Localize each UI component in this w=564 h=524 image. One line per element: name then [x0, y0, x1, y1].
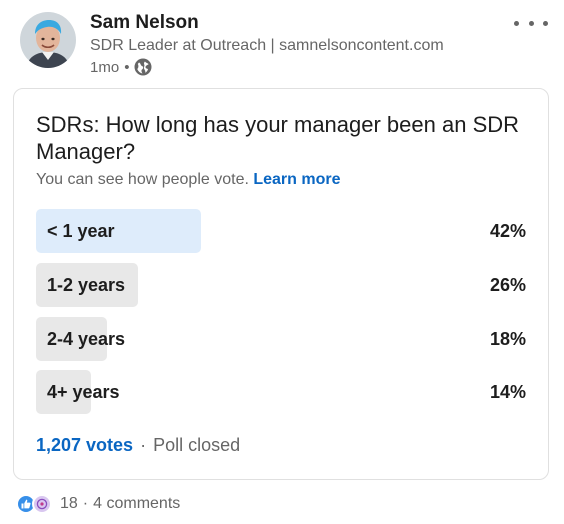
poll-option-percent: 18% — [489, 329, 526, 349]
footer-separator: · — [140, 435, 147, 455]
poll-option-percent: 42% — [489, 221, 526, 241]
author-headline: SDR Leader at Outreach | samnelsonconten… — [90, 37, 444, 54]
love-icon[interactable] — [32, 494, 52, 514]
poll-option-label: 2-4 years — [47, 329, 126, 349]
social-counts: 18 · 4 comments — [60, 495, 180, 513]
post-meta: 1mo • — [90, 58, 152, 76]
poll-question: SDRs: How long has your manager been an … — [36, 112, 520, 164]
more-dot — [543, 20, 548, 26]
poll-option[interactable]: 1-2 years 26% — [36, 263, 528, 307]
poll-subtitle: You can see how people vote. Learn more — [36, 171, 341, 189]
poll-option-label: < 1 year — [47, 221, 115, 241]
reaction-count[interactable]: 18 — [60, 495, 78, 513]
more-dot — [528, 20, 534, 26]
poll-option[interactable]: 2-4 years 18% — [36, 317, 528, 361]
post-header: Sam Nelson SDR Leader at Outreach | samn… — [0, 0, 564, 84]
author-avatar[interactable] — [20, 12, 76, 68]
poll-option-percent: 26% — [489, 275, 526, 295]
poll-option[interactable]: < 1 year 42% — [36, 209, 528, 253]
author-name[interactable]: Sam Nelson — [90, 12, 199, 34]
poll-option[interactable]: 4+ years 14% — [36, 370, 528, 414]
meta-separator: • — [124, 58, 130, 76]
poll-status: Poll closed — [153, 435, 241, 455]
votes-link[interactable]: 1,207 votes — [36, 435, 133, 456]
poll-footer: 1,207 votes · Poll closed — [36, 435, 240, 456]
comments-count[interactable]: 4 comments — [93, 495, 180, 513]
poll-card: SDRs: How long has your manager been an … — [13, 88, 549, 480]
social-counts-bar: 18 · 4 comments — [16, 494, 180, 514]
learn-more-link[interactable]: Learn more — [253, 171, 340, 188]
more-dot — [514, 20, 519, 26]
poll-option-label: 4+ years — [47, 382, 120, 402]
poll-option-percent: 14% — [489, 382, 526, 402]
post-time: 1mo — [90, 58, 120, 76]
poll-option-label: 1-2 years — [47, 275, 126, 295]
social-separator: · — [82, 495, 89, 512]
globe-icon — [134, 58, 152, 76]
poll-visibility-note: You can see how people vote. — [36, 171, 249, 188]
more-options-button[interactable] — [514, 14, 548, 32]
